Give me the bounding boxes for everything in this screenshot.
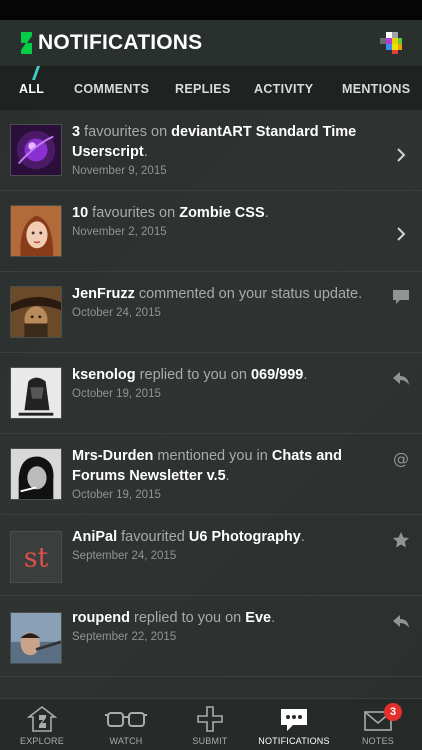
notification-row[interactable]: JenFruzz commented on your status update… — [0, 272, 422, 353]
nav-label: NOTIFICATIONS — [258, 736, 330, 746]
nav-watch[interactable]: WATCH — [84, 699, 168, 750]
notification-row[interactable]: 10 favourites on Zombie CSS. November 2,… — [0, 191, 422, 272]
user-avatar[interactable] — [10, 612, 62, 664]
reply-arrow-icon — [393, 372, 409, 385]
nav-notes[interactable]: 3 NOTES — [336, 699, 420, 750]
notification-tail: . — [225, 468, 230, 484]
svg-text:st: st — [24, 543, 49, 574]
notification-verb: replied to you on — [135, 367, 251, 383]
active-tab-marker — [32, 66, 40, 80]
notification-actor[interactable]: roupend — [72, 610, 130, 626]
notification-text: JenFruzz commented on your status update… — [72, 284, 372, 304]
notification-text: 3 favourites on deviantART Standard Time… — [72, 122, 372, 162]
notification-row[interactable]: st AniPal favourited U6 Photography. Sep… — [0, 515, 422, 596]
page-title: NOTIFICATIONS — [38, 31, 203, 54]
notification-actor: 3 — [72, 124, 81, 140]
notification-date: September 22, 2015 — [72, 631, 177, 643]
status-bar — [0, 0, 422, 20]
tab-mentions[interactable]: MENTIONS — [342, 82, 410, 96]
notification-date: September 24, 2015 — [72, 550, 177, 562]
notification-tail: . — [143, 144, 148, 160]
notification-text: roupend replied to you on Eve. — [72, 608, 372, 628]
notification-date: November 9, 2015 — [72, 165, 167, 177]
notifications-bubble-icon — [281, 709, 307, 731]
notification-row[interactable]: ksenolog replied to you on 069/999. Octo… — [0, 353, 422, 434]
bottom-nav-bar: EXPLORE WATCH SUBMIT NOTIFICATIONS 3 NOT… — [0, 698, 422, 750]
nav-label: SUBMIT — [192, 736, 228, 746]
user-avatar[interactable] — [10, 448, 62, 500]
notification-date: October 19, 2015 — [72, 489, 161, 501]
notification-actor[interactable]: JenFruzz — [72, 286, 135, 302]
notification-row[interactable]: roupend replied to you on Eve. September… — [0, 596, 422, 677]
tab-activity[interactable]: ACTIVITY — [254, 82, 313, 96]
notification-text: AniPal favourited U6 Photography. — [72, 527, 372, 547]
notification-verb: favourited — [117, 529, 189, 545]
notification-row[interactable] — [0, 677, 422, 698]
notification-text: ksenolog replied to you on 069/999. — [72, 365, 372, 385]
app-header: NOTIFICATIONS — [0, 20, 422, 66]
nav-label: WATCH — [109, 736, 143, 746]
notification-target[interactable]: Eve — [245, 610, 271, 626]
notes-count-badge: 3 — [384, 703, 402, 721]
plus-icon — [197, 706, 223, 732]
notification-tail: . — [300, 529, 305, 545]
notification-row[interactable]: Mrs-Durden mentioned you in Chats and Fo… — [0, 434, 422, 515]
user-avatar-icon[interactable] — [378, 30, 404, 56]
star-icon — [393, 532, 409, 548]
notification-date: October 24, 2015 — [72, 307, 161, 319]
nav-submit[interactable]: SUBMIT — [168, 699, 252, 750]
deviantart-logo-icon[interactable] — [18, 32, 32, 54]
nav-label: NOTES — [361, 736, 394, 746]
notification-tail: . — [271, 610, 276, 626]
at-sign-icon: @ — [393, 450, 409, 468]
notification-row[interactable]: 3 favourites on deviantART Standard Time… — [0, 110, 422, 191]
explore-icon — [27, 705, 57, 732]
notification-verb: mentioned you in — [153, 448, 272, 464]
notification-target[interactable]: Zombie CSS — [179, 205, 264, 221]
notification-tail: . — [264, 205, 269, 221]
tab-bar: ALL COMMENTS REPLIES ACTIVITY MENTIONS — [0, 66, 422, 110]
svg-text:@: @ — [393, 450, 409, 468]
notification-target[interactable]: U6 Photography — [189, 529, 301, 545]
reply-arrow-icon — [393, 615, 409, 628]
nav-notifications[interactable]: NOTIFICATIONS — [252, 699, 336, 750]
comment-bubble-icon — [393, 290, 409, 304]
deviation-thumbnail — [10, 205, 62, 257]
nav-label: EXPLORE — [20, 736, 64, 746]
notification-actor: 10 — [72, 205, 89, 221]
notification-target[interactable]: 069/999 — [251, 367, 303, 383]
chevron-right-icon[interactable] — [392, 225, 410, 243]
notification-date: November 2, 2015 — [72, 226, 167, 238]
nav-explore[interactable]: EXPLORE — [0, 699, 84, 750]
notification-tail: . — [303, 367, 308, 383]
tab-all[interactable]: ALL — [19, 82, 44, 96]
user-avatar[interactable]: st — [10, 531, 62, 583]
glasses-icon — [105, 712, 147, 727]
notification-date: October 19, 2015 — [72, 388, 161, 400]
notification-verb: replied to you on — [130, 610, 246, 626]
notification-actor[interactable]: AniPal — [72, 529, 117, 545]
tab-replies[interactable]: REPLIES — [175, 82, 231, 96]
notification-text: Mrs-Durden mentioned you in Chats and Fo… — [72, 446, 372, 486]
notification-text: 10 favourites on Zombie CSS. — [72, 203, 372, 223]
notification-actor[interactable]: Mrs-Durden — [72, 448, 153, 464]
user-avatar[interactable] — [10, 367, 62, 419]
deviation-thumbnail — [10, 124, 62, 176]
notification-verb: commented on your status update. — [134, 286, 363, 302]
notification-actor[interactable]: ksenolog — [72, 367, 136, 383]
chevron-right-icon[interactable] — [392, 146, 410, 164]
notification-verb: favourites on — [80, 124, 172, 140]
tab-comments[interactable]: COMMENTS — [74, 82, 149, 96]
user-avatar[interactable] — [10, 286, 62, 338]
notifications-list: 3 favourites on deviantART Standard Time… — [0, 110, 422, 698]
notification-verb: favourites on — [88, 205, 180, 221]
